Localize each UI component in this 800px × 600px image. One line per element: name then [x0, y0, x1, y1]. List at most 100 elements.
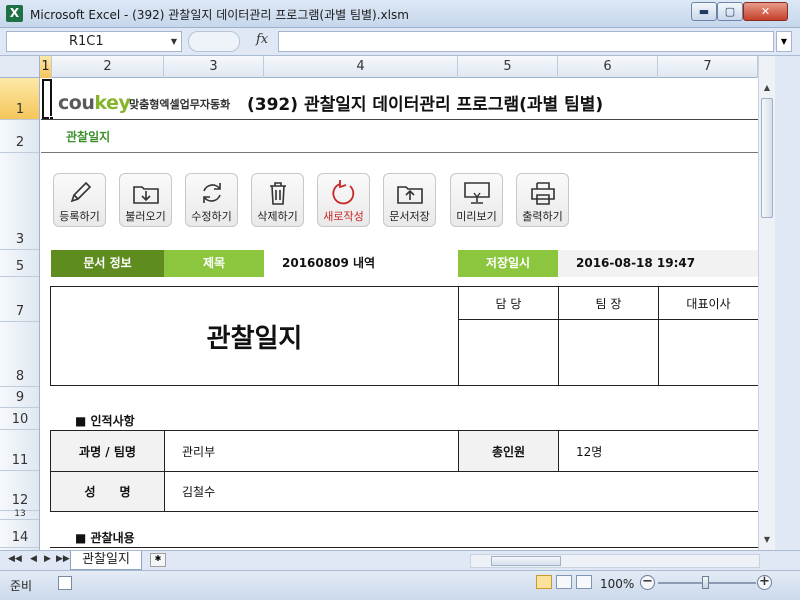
coukey-logo: coukey	[58, 92, 131, 114]
register-label: 등록하기	[59, 210, 100, 223]
worksheet[interactable]: coukey 맞춤형엑셀업무자동화 (392) 관찰일지 데이터관리 프로그램(…	[41, 78, 758, 550]
preview-button[interactable]: 미리보기	[450, 173, 503, 227]
horizontal-scrollbar[interactable]	[470, 554, 760, 568]
row-header-10[interactable]: 10	[0, 408, 39, 430]
macro-record-icon[interactable]	[58, 576, 72, 590]
observation-table-top	[50, 547, 758, 548]
formula-bar: R1C1 ▼ fx ▼	[0, 28, 800, 56]
chevron-down-icon[interactable]: ▼	[171, 32, 177, 51]
row-headers: 1 2 3 5 7 8 9 10 11 12 13 14	[0, 78, 40, 550]
row-header-1[interactable]: 1	[0, 78, 39, 120]
sheet-tab-bar: ◀◀ ◀ ▶ ▶▶ 관찰일지 ✱	[0, 550, 800, 570]
approval-staff-sign[interactable]	[458, 319, 559, 386]
row-header-12[interactable]: 12	[0, 471, 39, 511]
save-document-label: 문서저장	[389, 210, 430, 223]
vertical-scrollbar[interactable]: ▲ ▼	[758, 56, 775, 550]
column-header-7[interactable]: 7	[658, 56, 758, 78]
scroll-down-icon[interactable]: ▼	[759, 532, 775, 548]
sheet-subtitle: 관찰일지	[66, 130, 111, 144]
zoom-slider-thumb[interactable]	[702, 576, 709, 589]
refresh-icon	[202, 183, 221, 203]
column-header-3[interactable]: 3	[164, 56, 264, 78]
row-header-3[interactable]: 3	[0, 153, 39, 250]
status-bar: 준비 100% − +	[0, 570, 800, 600]
row-header-14[interactable]: 14	[0, 520, 39, 548]
column-header-2[interactable]: 2	[52, 56, 164, 78]
register-button[interactable]: 등록하기	[53, 173, 106, 227]
row-header-2[interactable]: 2	[0, 120, 39, 153]
column-header-1[interactable]: 1	[40, 56, 52, 78]
select-all-corner[interactable]	[0, 56, 40, 78]
subject-value[interactable]: 20160809 내역	[264, 250, 458, 277]
row-header-8[interactable]: 8	[0, 322, 39, 387]
saved-value: 2016-08-18 19:47	[576, 256, 696, 270]
approval-ceo-sign[interactable]	[658, 319, 758, 386]
section-personal-info: ■ 인적사항	[75, 414, 135, 428]
new-document-label: 새로작성	[323, 210, 364, 223]
excel-app-icon[interactable]: X	[6, 5, 23, 22]
formula-tools: fx	[186, 31, 276, 52]
insert-sheet-icon[interactable]: ✱	[150, 553, 166, 567]
expand-formula-bar-button[interactable]: ▼	[776, 31, 792, 52]
page-layout-view-icon[interactable]	[556, 575, 572, 589]
preview-label: 미리보기	[456, 210, 497, 223]
zoom-level[interactable]: 100%	[600, 577, 634, 591]
row-header-7[interactable]: 7	[0, 277, 39, 322]
selected-cell[interactable]	[42, 79, 52, 119]
approval-ceo-label: 대표이사	[658, 286, 758, 320]
load-button[interactable]: 불러오기	[119, 173, 172, 227]
page-break-view-icon[interactable]	[576, 575, 592, 589]
formula-cancel-enter-buttons[interactable]	[188, 31, 240, 52]
zoom-in-icon[interactable]: +	[757, 575, 772, 590]
total-value[interactable]: 12명	[558, 430, 758, 472]
prev-sheet-icon[interactable]: ◀	[30, 554, 37, 564]
saved-label: 저장일시	[458, 250, 558, 277]
form-title: 관찰일지	[50, 286, 459, 386]
total-label: 총인원	[458, 430, 559, 472]
row-header-9[interactable]: 9	[0, 387, 39, 408]
minimize-button[interactable]: ▬	[691, 2, 717, 21]
next-sheet-icon[interactable]: ▶	[44, 554, 51, 564]
row-header-5[interactable]: 5	[0, 250, 39, 277]
dept-value[interactable]: 관리부	[164, 430, 459, 472]
column-headers: 1 2 3 4 5 6 7	[40, 56, 758, 78]
delete-label: 삭제하기	[257, 210, 298, 223]
name-box[interactable]: R1C1 ▼	[6, 31, 182, 52]
edit-label: 수정하기	[191, 210, 232, 223]
row-header-13[interactable]: 13	[0, 509, 39, 520]
print-button[interactable]: 출력하기	[516, 173, 569, 227]
new-document-button[interactable]: 새로작성	[317, 173, 370, 227]
subtitle-divider	[41, 152, 758, 153]
printer-icon	[530, 182, 555, 205]
save-document-button[interactable]: 문서저장	[383, 173, 436, 227]
form-header-table: 관찰일지 담 당 팀 장 대표이사	[50, 286, 758, 386]
window-right-edge	[775, 56, 800, 550]
normal-view-icon[interactable]	[536, 575, 552, 589]
insert-function-icon[interactable]: fx	[256, 32, 268, 47]
column-header-5[interactable]: 5	[458, 56, 558, 78]
load-label: 불러오기	[125, 210, 166, 223]
close-button[interactable]: ✕	[743, 2, 788, 21]
monitor-icon	[463, 182, 490, 204]
last-sheet-icon[interactable]: ▶▶	[56, 554, 70, 564]
maximize-button[interactable]: ▢	[717, 2, 743, 21]
folder-download-icon	[132, 186, 159, 204]
column-header-6[interactable]: 6	[558, 56, 658, 78]
vertical-scroll-thumb[interactable]	[761, 98, 773, 218]
horizontal-scroll-thumb[interactable]	[491, 556, 561, 566]
window-title: Microsoft Excel - (392) 관찰일지 데이터관리 프로그램(…	[30, 8, 409, 22]
print-label: 출력하기	[522, 210, 563, 223]
sheet-tab-observation[interactable]: 관찰일지	[70, 551, 142, 570]
column-header-4[interactable]: 4	[264, 56, 458, 78]
first-sheet-icon[interactable]: ◀◀	[8, 554, 22, 564]
approval-staff-label: 담 당	[458, 286, 559, 320]
scroll-up-icon[interactable]: ▲	[759, 80, 775, 96]
status-ready: 준비	[10, 579, 33, 593]
row-header-11[interactable]: 11	[0, 430, 39, 471]
delete-button[interactable]: 삭제하기	[251, 173, 304, 227]
formula-input[interactable]	[278, 31, 774, 52]
approval-leader-sign[interactable]	[558, 319, 659, 386]
zoom-out-icon[interactable]: −	[640, 575, 655, 590]
edit-button[interactable]: 수정하기	[185, 173, 238, 227]
name-value[interactable]: 김철수	[164, 471, 758, 512]
